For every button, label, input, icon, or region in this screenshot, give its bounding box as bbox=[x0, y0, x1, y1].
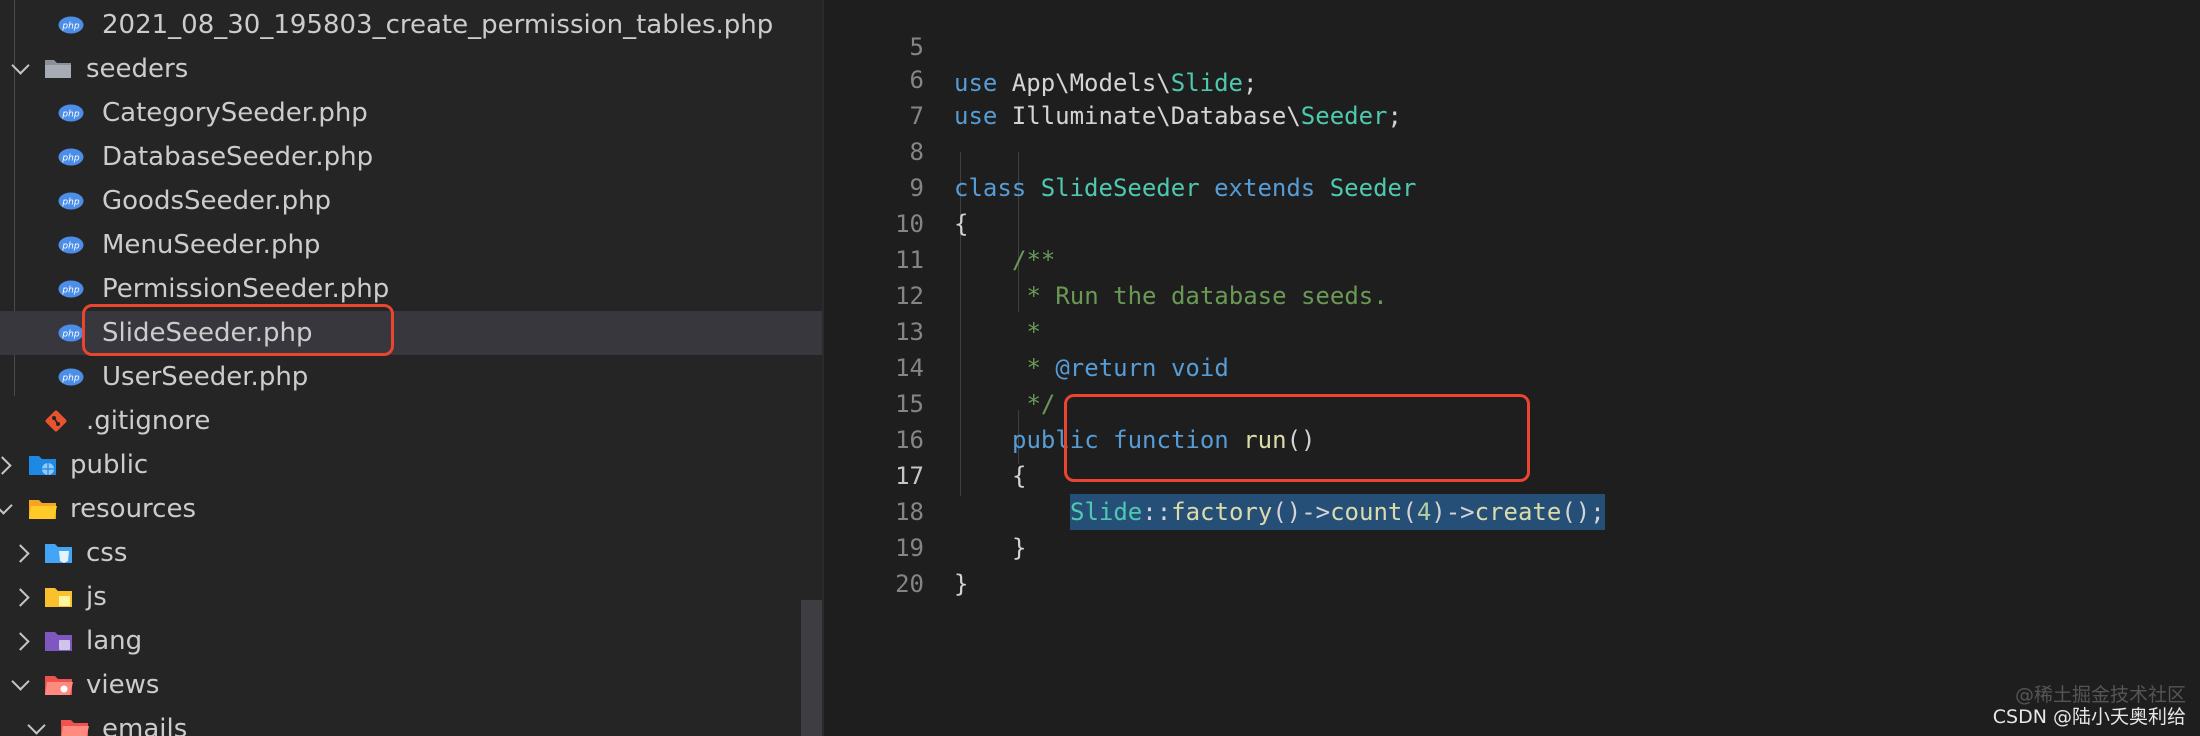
tree-item-permission-migration[interactable]: php 2021_08_30_195803_create_permission_… bbox=[0, 3, 822, 47]
code-line[interactable]: 11 * Run the database seeds. bbox=[824, 206, 2200, 310]
code-line[interactable]: 19 } bbox=[824, 494, 2200, 598]
tree-item-menu-seeder[interactable]: php MenuSeeder.php bbox=[0, 223, 822, 267]
tree-item-label: PermissionSeeder.php bbox=[102, 274, 390, 304]
lang-folder-icon bbox=[45, 632, 72, 651]
css-folder-icon bbox=[45, 544, 72, 563]
php-file-icon: php bbox=[58, 368, 84, 386]
tree-item-label: MenuSeeder.php bbox=[102, 230, 321, 260]
tree-item-label: lang bbox=[86, 626, 143, 656]
brace: } bbox=[954, 570, 969, 598]
php-file-icon: php bbox=[58, 324, 84, 342]
explorer-sidebar: php 2021_08_30_195803_create_permission_… bbox=[0, 0, 822, 736]
tree-item-label: 2021_08_30_195803_create_permission_tabl… bbox=[102, 10, 774, 40]
tree-item-gitignore[interactable]: .gitignore bbox=[0, 399, 822, 443]
tree-item-category-seeder[interactable]: php CategorySeeder.php bbox=[0, 91, 822, 135]
tree-item-label: emails bbox=[102, 714, 188, 736]
watermark: @稀土掘金技术社区 CSDN @陆小夭奥利给 bbox=[1993, 684, 2186, 728]
chevron-right-icon bbox=[11, 632, 30, 651]
tree-folder-emails[interactable]: emails bbox=[0, 707, 822, 736]
svg-text:php: php bbox=[61, 154, 79, 164]
chevron-down-icon bbox=[11, 672, 30, 691]
tree-item-label: UserSeeder.php bbox=[102, 362, 309, 392]
js-folder-icon bbox=[45, 588, 72, 607]
code-line[interactable]: 8 class SlideSeeder extends Seeder bbox=[824, 98, 2200, 202]
folder-open-icon bbox=[29, 500, 57, 519]
tree-item-label: .gitignore bbox=[86, 406, 211, 436]
watermark-line: CSDN @陆小夭奥利给 bbox=[1992, 706, 2186, 728]
svg-text:php: php bbox=[61, 22, 79, 32]
php-file-icon: php bbox=[58, 16, 84, 34]
tree-folder-resources[interactable]: resources bbox=[0, 487, 822, 531]
folder-open-icon bbox=[45, 60, 71, 78]
code-line[interactable]: 14 */ bbox=[824, 314, 2200, 418]
chevron-right-icon bbox=[11, 544, 30, 563]
tree-folder-js[interactable]: js bbox=[0, 575, 822, 619]
chevron-right-icon bbox=[0, 456, 12, 475]
highlight-box-code bbox=[1064, 394, 1530, 482]
svg-text:php: php bbox=[61, 330, 79, 340]
tree-item-label: CategorySeeder.php bbox=[102, 98, 368, 128]
tree-folder-views[interactable]: views bbox=[0, 663, 822, 707]
code-line[interactable]: 15 public function run() bbox=[824, 350, 2200, 454]
code-editor[interactable]: 5 use App\Models\Slide; 6 use Illuminate… bbox=[824, 0, 2200, 736]
tree-item-label: views bbox=[86, 670, 160, 700]
php-file-icon: php bbox=[58, 236, 84, 254]
line-number: 20 bbox=[895, 570, 924, 598]
svg-text:php: php bbox=[61, 110, 79, 120]
git-icon bbox=[45, 410, 67, 432]
tree-item-goods-seeder[interactable]: php GoodsSeeder.php bbox=[0, 179, 822, 223]
code-line[interactable]: 9 { bbox=[824, 134, 2200, 238]
tree-item-label: DatabaseSeeder.php bbox=[102, 142, 374, 172]
svg-text:php: php bbox=[61, 286, 79, 296]
php-file-icon: php bbox=[58, 280, 84, 298]
tree-item-database-seeder[interactable]: php DatabaseSeeder.php bbox=[0, 135, 822, 179]
code-line[interactable]: 12 * bbox=[824, 242, 2200, 346]
tree-item-label: resources bbox=[70, 494, 197, 524]
php-file-icon: php bbox=[58, 192, 84, 210]
svg-text:php: php bbox=[61, 374, 79, 384]
php-file-icon: php bbox=[58, 104, 84, 122]
tree-folder-lang[interactable]: lang bbox=[0, 619, 822, 663]
code-line[interactable]: 7 bbox=[824, 62, 2200, 130]
chevron-down-icon bbox=[27, 716, 46, 735]
tree-item-label: GoodsSeeder.php bbox=[102, 186, 332, 216]
code-line[interactable]: 5 use App\Models\Slide; bbox=[824, 0, 2200, 97]
public-folder-icon bbox=[29, 456, 56, 475]
tree-folder-css[interactable]: css bbox=[0, 531, 822, 575]
chevron-right-icon bbox=[11, 588, 30, 607]
svg-text:php: php bbox=[61, 242, 79, 252]
tree-folder-public[interactable]: public bbox=[0, 443, 822, 487]
tree-item-label: js bbox=[86, 582, 107, 612]
svg-text:php: php bbox=[61, 198, 79, 208]
emails-folder-icon bbox=[61, 720, 89, 736]
sidebar-scrollbar[interactable] bbox=[801, 600, 822, 736]
code-line[interactable]: 6 use Illuminate\Database\Seeder; bbox=[824, 26, 2200, 130]
highlight-box-file bbox=[82, 304, 394, 356]
code-line[interactable]: 20 bbox=[824, 530, 2200, 598]
tree-item-user-seeder[interactable]: php UserSeeder.php bbox=[0, 355, 822, 399]
code-line[interactable]: 13 * @return void bbox=[824, 278, 2200, 382]
chevron-down-icon bbox=[11, 56, 30, 75]
tree-item-label: public bbox=[70, 450, 149, 480]
tree-folder-seeders[interactable]: seeders bbox=[0, 47, 822, 91]
watermark-line: @稀土掘金技术社区 bbox=[2014, 684, 2186, 706]
tree-item-label: seeders bbox=[86, 54, 189, 84]
chevron-down-icon bbox=[0, 496, 13, 515]
php-file-icon: php bbox=[58, 148, 84, 166]
tree-item-label: css bbox=[86, 538, 128, 568]
views-folder-icon bbox=[45, 676, 73, 695]
code-line[interactable]: 10 /** bbox=[824, 170, 2200, 274]
